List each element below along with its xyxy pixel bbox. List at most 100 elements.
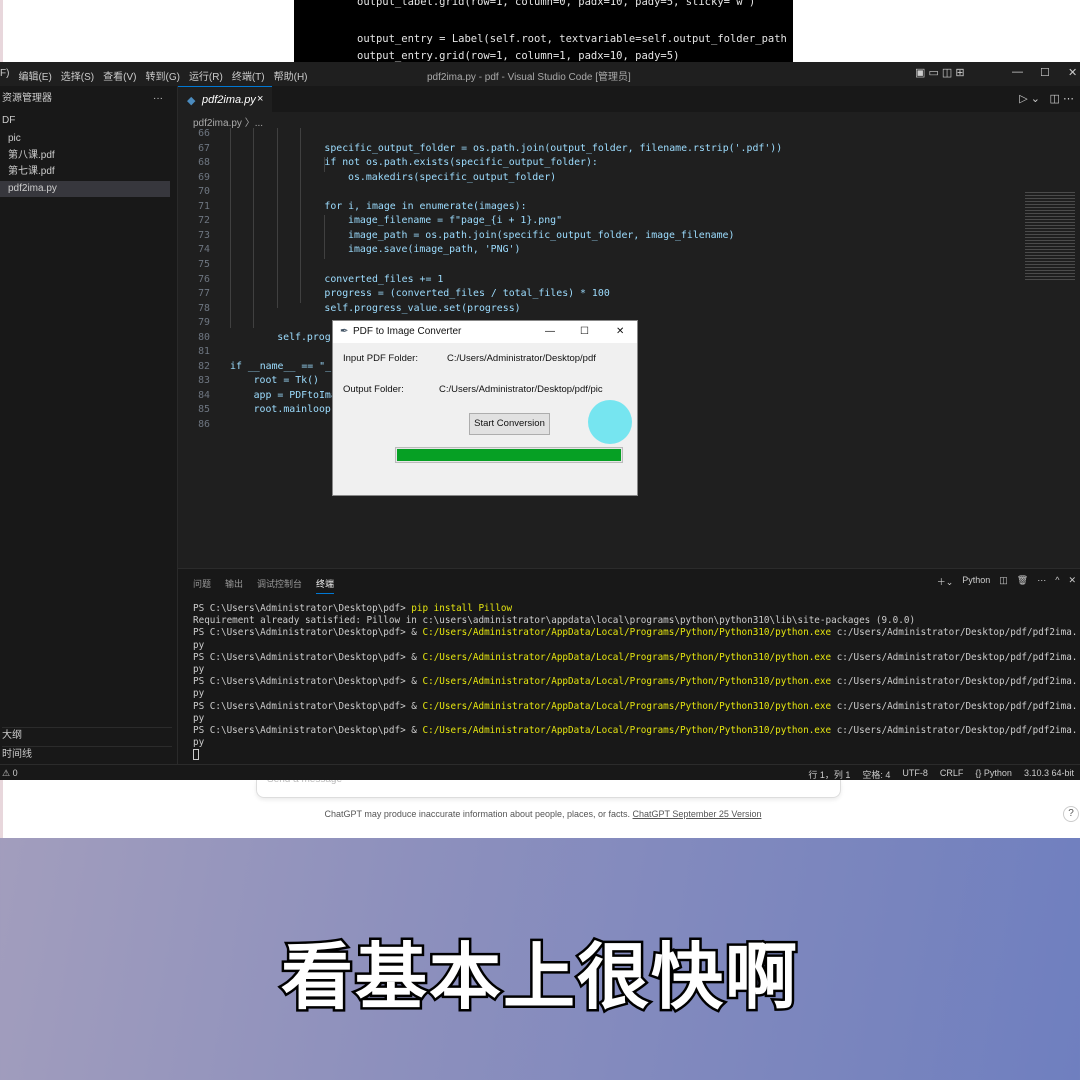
terminal-line: PS C:\Users\Administrator\Desktop\pdf> &…	[193, 627, 1077, 639]
terminal-text: C:/Users/Administrator/AppData/Local/Pro…	[422, 676, 832, 688]
more-icon[interactable]: ⋯	[1037, 575, 1046, 588]
menu-item[interactable]: 运行(R)	[189, 68, 223, 83]
trash-icon[interactable]: 🗑	[1017, 575, 1028, 588]
python-file-icon: ◆	[187, 95, 196, 107]
line-number: 66	[198, 128, 210, 139]
minimap[interactable]	[1025, 192, 1075, 282]
problems-count[interactable]: ⚠ 0	[2, 768, 18, 779]
split-editor-icon[interactable]: ◫ ⋯	[1050, 92, 1074, 105]
file-item[interactable]: pdf2ima.py	[0, 180, 170, 197]
terminal-text: PS C:\Users\Administrator\Desktop\pdf>	[193, 603, 412, 614]
panel-tab[interactable]: 问题	[193, 577, 211, 594]
terminal-line: PS C:\Users\Administrator\Desktop\pdf> &…	[193, 725, 1077, 737]
line-number: 71	[198, 200, 210, 212]
explorer-sidebar: 资源管理器 ··· DF pic 第八课.pdf 第七课.pdf pdf2ima.py…	[0, 86, 178, 764]
dialog-title-bar: ✒ PDF to Image Converter — ☐ ✕	[333, 321, 637, 343]
line-number: 82	[198, 360, 210, 372]
file-item[interactable]: 第八课.pdf	[8, 148, 178, 164]
version-link[interactable]: ChatGPT September 25 Version	[633, 809, 762, 819]
breadcrumb[interactable]: pdf2ima.py 〉...	[193, 114, 263, 129]
terminal-text: c:/Users/Administrator/Desktop/pdf/pdf2i…	[831, 651, 1078, 663]
snippet-line: output_entry.grid(row=1, column=1, padx=…	[357, 50, 680, 62]
layout-icon[interactable]: ▣ ▭ ◫ ⊞	[915, 66, 965, 79]
line-number: 78	[198, 302, 210, 314]
panel-actions: ＋⌄ Python ◫ 🗑 ⋯ ^ ✕	[937, 575, 1076, 588]
file-item[interactable]: 第七课.pdf	[8, 164, 178, 180]
code-snippet-image: output_label.grid(row=1, column=0, padx=…	[294, 0, 793, 62]
minimize-button[interactable]: —	[545, 326, 555, 337]
terminal-text: PS C:\Users\Administrator\Desktop\pdf> &	[193, 676, 423, 688]
split-terminal-icon[interactable]: ◫	[999, 575, 1008, 588]
maximize-button[interactable]: ☐	[1040, 66, 1050, 79]
file-item[interactable]: pic	[8, 131, 178, 147]
start-conversion-button[interactable]: Start Conversion	[469, 413, 550, 435]
terminal-line: Requirement already satisfied: Pillow in…	[193, 615, 1077, 627]
menu-item[interactable]: 帮助(H)	[274, 68, 308, 83]
status-bar: ⚠ 0 行 1，列 1 空格: 4 UTF-8 CRLF {} Python 3.10.3…	[0, 764, 1080, 780]
line-number: 75	[198, 258, 210, 270]
terminal-text: C:/Users/Administrator/AppData/Local/Pro…	[422, 651, 832, 663]
status-item[interactable]: {} Python	[975, 768, 1012, 781]
timeline-section[interactable]: 时间线	[2, 746, 172, 762]
menu-item[interactable]: 查看(V)	[103, 68, 136, 83]
terminal-text: c:/Users/Administrator/Desktop/pdf/pdf2i…	[831, 700, 1078, 712]
menu-item[interactable]: 选择(S)	[61, 68, 94, 83]
terminal-text: C:/Users/Administrator/AppData/Local/Pro…	[422, 700, 832, 712]
menu-item[interactable]: 终端(T)	[232, 68, 265, 83]
tab-label: pdf2ima.py	[202, 94, 256, 106]
terminal-text: c:/Users/Administrator/Desktop/pdf/pdf2i…	[831, 725, 1078, 737]
message-input[interactable]: Send a message	[256, 774, 841, 798]
close-button[interactable]: ✕	[1068, 66, 1077, 79]
status-item[interactable]: UTF-8	[902, 768, 928, 781]
maximize-button[interactable]: ☐	[580, 326, 589, 337]
maximize-panel-icon[interactable]: ^	[1055, 575, 1059, 588]
menu-item[interactable]: 转到(G)	[145, 68, 179, 83]
close-tab-icon[interactable]: ×	[257, 93, 263, 105]
line-number: 84	[198, 389, 210, 401]
terminal-text: py	[193, 664, 205, 676]
terminal-cursor	[193, 749, 199, 761]
close-panel-icon[interactable]: ✕	[1068, 575, 1076, 588]
code-line: root = Tk()	[253, 375, 319, 387]
input-folder-value: C:/Users/Administrator/Desktop/pdf	[447, 353, 596, 364]
menu-item[interactable]: F)	[0, 68, 9, 83]
outline-section[interactable]: 大纲	[2, 727, 172, 743]
terminal-output[interactable]: PS C:\Users\Administrator\Desktop\pdf> p…	[193, 603, 1078, 761]
terminal-line: PS C:\Users\Administrator\Desktop\pdf> &…	[193, 676, 1077, 688]
terminal-shell-label[interactable]: Python	[962, 575, 990, 588]
status-item[interactable]: 行 1，列 1	[808, 768, 850, 781]
status-item[interactable]: 空格: 4	[862, 768, 890, 781]
terminal-line: PS C:\Users\Administrator\Desktop\pdf> p…	[193, 603, 1077, 615]
terminal-text: py	[193, 688, 205, 700]
more-icon[interactable]: ···	[153, 91, 173, 107]
terminal-line: py	[193, 688, 1077, 700]
status-item[interactable]: 3.10.3 64-bit	[1024, 768, 1074, 781]
tab-pdf2ima[interactable]: ◆ pdf2ima.py ×	[178, 86, 272, 112]
panel-tab[interactable]: 终端	[316, 577, 335, 594]
line-number: 69	[198, 171, 210, 183]
terminal-text: c:/Users/Administrator/Desktop/pdf/pdf2i…	[831, 627, 1078, 639]
folder-pdf[interactable]: DF	[2, 113, 172, 129]
code-line: if __name__ == "_	[230, 360, 332, 372]
output-folder-label: Output Folder:	[343, 384, 404, 395]
line-number: 80	[198, 331, 210, 343]
panel-tab[interactable]: 输出	[225, 577, 243, 594]
code-line: progress = (converted_files / total_file…	[324, 288, 610, 300]
new-terminal-icon[interactable]: ＋⌄	[937, 575, 954, 588]
menu-item[interactable]: 编辑(E)	[18, 68, 51, 83]
code-line: for i, image in enumerate(images):	[324, 200, 527, 212]
run-icon[interactable]: ▷ ⌄	[1019, 92, 1040, 105]
progress-fill	[397, 449, 621, 461]
status-item[interactable]: CRLF	[940, 768, 964, 781]
help-button[interactable]: ?	[1063, 806, 1079, 822]
code-line: image_filename = f"page_{i + 1}.png"	[348, 215, 563, 227]
line-number: 68	[198, 157, 210, 169]
close-button[interactable]: ✕	[616, 326, 624, 337]
chatgpt-footer: ChatGPT may produce inaccurate informati…	[3, 809, 1080, 819]
line-number: 83	[198, 375, 210, 387]
code-line: app = PDFtoIma	[253, 389, 337, 401]
minimize-button[interactable]: —	[1012, 66, 1023, 78]
snippet-line: output_entry = Label(self.root, textvari…	[357, 33, 787, 45]
line-number: 73	[198, 229, 210, 241]
panel-tab[interactable]: 调试控制台	[257, 577, 302, 594]
